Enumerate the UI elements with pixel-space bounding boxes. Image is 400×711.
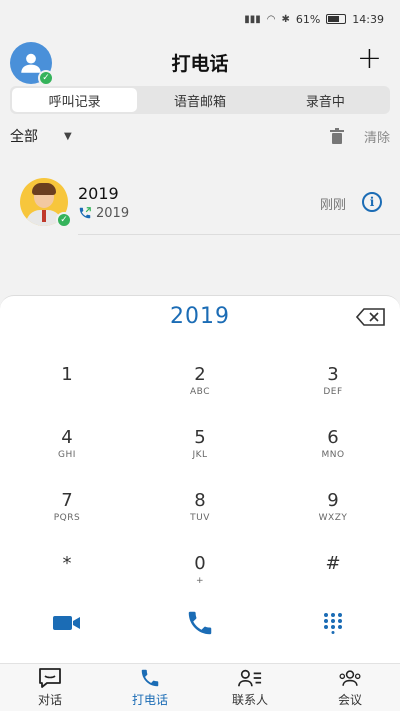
status-bar: ▮▮▮ ◠ ✱ 61% 14:39	[0, 0, 400, 38]
online-status-icon: ✓	[38, 70, 54, 86]
key-1[interactable]: 1	[7, 364, 127, 414]
profile-avatar[interactable]: ✓	[10, 42, 54, 86]
nav-label: 打电话	[131, 693, 168, 707]
trash-icon[interactable]	[330, 128, 344, 144]
nav-label: 对话	[37, 693, 62, 707]
key-0[interactable]: 0 +	[140, 553, 260, 603]
nav-item-meeting[interactable]: 会议	[300, 664, 400, 711]
clear-button[interactable]: 清除	[364, 127, 390, 146]
page-title: 打电话	[171, 52, 229, 75]
meeting-icon	[339, 670, 361, 686]
tab-call-history[interactable]: 呼叫记录	[12, 88, 138, 112]
nav-item-chat[interactable]: 对话	[0, 664, 100, 711]
key-6[interactable]: 6 MNO	[273, 427, 393, 477]
key-9[interactable]: 9 WXZY	[273, 490, 393, 540]
chat-icon	[39, 668, 61, 688]
dial-input[interactable]: 2019	[0, 304, 400, 329]
tab-bar: 呼叫记录 语音邮箱 录音中	[10, 86, 390, 114]
filter-selected: 全部	[10, 129, 38, 145]
outgoing-call-icon	[79, 207, 91, 219]
phone-icon	[188, 611, 212, 635]
dialpad-icon	[324, 613, 342, 634]
tab-recordings[interactable]: 录音中	[263, 88, 388, 112]
divider	[78, 234, 400, 235]
call-button[interactable]	[170, 603, 230, 643]
key-2[interactable]: 2 ABC	[140, 364, 260, 414]
nav-label: 会议	[337, 693, 362, 707]
dialpad-toggle-button[interactable]	[303, 603, 363, 643]
status-time: 14:39	[352, 12, 384, 26]
key-3[interactable]: 3 DEF	[273, 364, 393, 414]
add-button[interactable]: +	[357, 44, 382, 74]
battery-icon	[326, 14, 347, 24]
key-hash[interactable]: #	[273, 553, 393, 603]
key-8[interactable]: 8 TUV	[140, 490, 260, 540]
nav-item-contacts[interactable]: 联系人	[200, 664, 300, 711]
key-7[interactable]: 7 PQRS	[7, 490, 127, 540]
call-time: 刚刚	[319, 198, 346, 213]
filter-row: 全部 ▼ 清除	[0, 122, 400, 150]
key-4[interactable]: 4 GHI	[7, 427, 127, 477]
video-call-button[interactable]	[37, 603, 97, 643]
nav-item-call[interactable]: 打电话	[100, 664, 200, 711]
filter-dropdown[interactable]: 全部 ▼	[10, 126, 72, 146]
online-status-icon: ✓	[56, 212, 72, 228]
backspace-icon[interactable]	[356, 308, 386, 326]
nav-label: 联系人	[231, 693, 268, 707]
chevron-down-icon: ▼	[64, 130, 72, 142]
dialpad: 2019 1 2 ABC 3 DEF 4 GHI 5 JKL 6 MNO 7 PQRS 8T…	[0, 295, 400, 663]
wifi-icon: ◠	[266, 13, 276, 25]
contact-avatar: ✓	[10, 178, 72, 228]
call-number: 2019	[96, 205, 130, 221]
signal-icon: ▮▮▮	[244, 13, 261, 25]
contacts-icon	[238, 669, 262, 687]
bluetooth-icon: ✱	[281, 13, 290, 25]
phone-icon	[141, 669, 159, 687]
info-icon[interactable]: i	[362, 192, 382, 212]
key-star[interactable]: *	[7, 553, 127, 603]
tab-voicemail[interactable]: 语音邮箱	[137, 88, 262, 112]
call-list-item[interactable]: ✓ 2019 2019 刚刚 i	[10, 168, 390, 236]
key-5[interactable]: 5 JKL	[140, 427, 260, 477]
call-name: 2019	[78, 183, 119, 203]
battery-percent: 61%	[295, 12, 321, 26]
top-bar: ✓ 打电话 +	[0, 38, 400, 86]
video-camera-icon	[53, 616, 80, 630]
bottom-nav: 对话 打电话 联系人 会议	[0, 663, 400, 711]
